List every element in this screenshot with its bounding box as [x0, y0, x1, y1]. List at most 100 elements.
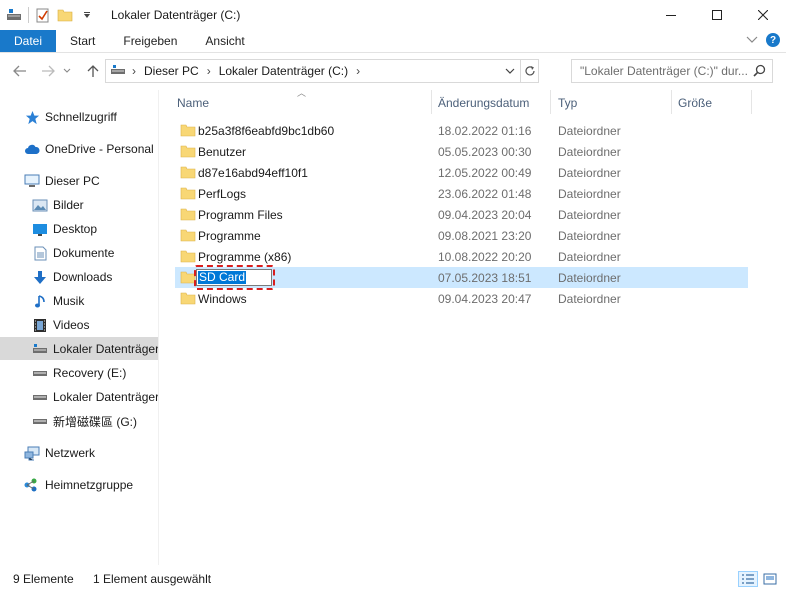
file-row[interactable]: d87e16abd94eff10f1 12.05.2022 00:49 Date… — [175, 162, 748, 183]
drive-icon[interactable] — [6, 7, 22, 23]
item-count: 9 Elemente — [13, 572, 74, 586]
view-toggle — [738, 571, 780, 587]
file-row[interactable]: Windows 09.04.2023 20:47 Dateiordner — [175, 288, 748, 309]
tab-start[interactable]: Start — [56, 30, 109, 52]
nav-item-lokaler-datentraeger[interactable]: Lokaler Datenträger — [0, 386, 158, 408]
column-header-name[interactable]: Name — [177, 90, 431, 116]
search-icon[interactable] — [753, 64, 766, 80]
network-icon — [24, 445, 40, 461]
folder-icon — [180, 292, 196, 305]
file-row[interactable]: Benutzer 05.05.2023 00:30 Dateiordner — [175, 141, 748, 162]
search-placeholder: "Lokaler Datenträger (C:)" dur... — [580, 64, 748, 78]
folder-icon — [180, 166, 196, 179]
drive-icon — [32, 365, 48, 381]
computer-icon — [24, 173, 40, 189]
status-bar: 9 Elemente 1 Element ausgewählt — [0, 566, 786, 592]
nav-item-downloads[interactable]: Downloads — [0, 266, 158, 288]
file-name: Windows — [198, 291, 247, 306]
column-divider[interactable] — [751, 90, 752, 114]
file-date: 09.04.2023 20:47 — [438, 291, 532, 306]
close-icon[interactable] — [740, 0, 786, 30]
recent-locations-icon[interactable] — [60, 59, 74, 83]
forward-icon[interactable] — [37, 59, 59, 83]
column-divider[interactable] — [431, 90, 432, 114]
folder-icon — [180, 145, 196, 158]
window-title: Lokaler Datenträger (C:) — [111, 8, 241, 22]
address-row: › Dieser PC › Lokaler Datenträger (C:) ›… — [0, 54, 786, 89]
customize-dropdown-icon[interactable] — [79, 7, 95, 23]
nav-item-recovery[interactable]: Recovery (E:) — [0, 362, 158, 384]
file-type: Dateiordner — [558, 291, 621, 306]
tab-freigeben[interactable]: Freigeben — [109, 30, 191, 52]
cloud-icon — [24, 141, 40, 157]
chevron-down-icon[interactable] — [502, 60, 518, 82]
folder-icon — [180, 229, 196, 242]
file-type: Dateiordner — [558, 165, 621, 180]
nav-item-videos[interactable]: Videos — [0, 314, 158, 336]
file-row[interactable]: PerfLogs 23.06.2022 01:48 Dateiordner — [175, 183, 748, 204]
minimize-icon[interactable] — [648, 0, 694, 30]
column-divider[interactable] — [671, 90, 672, 114]
pictures-icon — [32, 197, 48, 213]
system-drive-icon — [32, 341, 48, 357]
nav-item-desktop[interactable]: Desktop — [0, 218, 158, 240]
expand-ribbon-icon[interactable] — [746, 33, 758, 47]
details-view-icon[interactable] — [738, 571, 758, 587]
separator — [28, 7, 29, 23]
properties-icon[interactable] — [35, 7, 51, 23]
file-type: Dateiordner — [558, 144, 621, 159]
breadcrumb-dieser-pc[interactable]: Dieser PC — [144, 64, 199, 78]
nav-item-netzwerk[interactable]: Netzwerk — [0, 442, 158, 464]
file-row[interactable]: Programm Files 09.04.2023 20:04 Dateiord… — [175, 204, 748, 225]
file-row[interactable]: Programme (x86) 10.08.2022 20:20 Dateior… — [175, 246, 748, 267]
breadcrumb-local-disk[interactable]: Lokaler Datenträger (C:) — [219, 64, 348, 78]
up-icon[interactable] — [82, 59, 104, 83]
title-bar: Lokaler Datenträger (C:) — [0, 0, 786, 30]
refresh-icon[interactable] — [520, 60, 538, 82]
file-row[interactable]: b25a3f8f6eabfd9bc1db60 18.02.2022 01:16 … — [175, 120, 748, 141]
tab-ansicht[interactable]: Ansicht — [191, 30, 258, 52]
file-name: Programme (x86) — [198, 249, 292, 264]
back-icon[interactable] — [9, 59, 31, 83]
nav-item-bilder[interactable]: Bilder — [0, 194, 158, 216]
ribbon-tabs: Datei Start Freigeben Ansicht ? — [0, 30, 786, 53]
nav-item-g-drive[interactable]: 新增磁碟區 (G:) — [0, 410, 158, 432]
file-row[interactable]: Programme 09.08.2021 23:20 Dateiordner — [175, 225, 748, 246]
tab-datei[interactable]: Datei — [0, 30, 57, 52]
nav-item-dieser-pc[interactable]: Dieser PC — [0, 170, 158, 192]
file-type: Dateiordner — [558, 249, 621, 264]
nav-item-lokaler-datentraeger-c[interactable]: Lokaler Datenträger — [0, 337, 158, 360]
file-date: 05.05.2023 00:30 — [438, 144, 532, 159]
column-header-type[interactable]: Typ — [558, 90, 670, 116]
column-label: Typ — [558, 96, 578, 110]
selection-count: 1 Element ausgewählt — [93, 572, 212, 586]
nav-item-onedrive[interactable]: OneDrive - Personal — [0, 138, 158, 160]
column-label: Name — [177, 96, 210, 110]
file-date: 07.05.2023 18:51 — [438, 270, 532, 285]
column-header-size[interactable]: Größe — [678, 90, 750, 116]
address-bar[interactable]: › Dieser PC › Lokaler Datenträger (C:) › — [105, 59, 539, 83]
large-icons-view-icon[interactable] — [760, 571, 780, 587]
nav-item-dokumente[interactable]: Dokumente — [0, 242, 158, 264]
chevron-right-icon[interactable]: › — [132, 64, 136, 78]
chevron-right-icon[interactable]: › — [207, 64, 211, 78]
column-label: Größe — [678, 96, 713, 110]
folder-icon — [180, 187, 196, 200]
nav-item-heimnetzgruppe[interactable]: Heimnetzgruppe — [0, 474, 158, 496]
nav-item-schnellzugriff[interactable]: Schnellzugriff — [0, 106, 158, 128]
column-divider[interactable] — [550, 90, 551, 114]
quick-access-toolbar — [0, 0, 101, 30]
nav-item-musik[interactable]: Musik — [0, 290, 158, 312]
column-header-date[interactable]: Änderungsdatum — [438, 90, 549, 116]
star-icon — [24, 109, 40, 125]
new-folder-icon[interactable] — [57, 7, 73, 23]
pane-divider[interactable] — [158, 90, 159, 565]
maximize-icon[interactable] — [694, 0, 740, 30]
chevron-right-icon[interactable]: › — [356, 64, 360, 78]
file-name: PerfLogs — [198, 186, 247, 201]
file-name: Programm Files — [198, 207, 283, 222]
drive-icon — [32, 413, 48, 429]
help-icon[interactable]: ? — [766, 33, 780, 47]
search-input[interactable]: "Lokaler Datenträger (C:)" dur... — [571, 59, 773, 83]
file-name: b25a3f8f6eabfd9bc1db60 — [198, 123, 335, 138]
